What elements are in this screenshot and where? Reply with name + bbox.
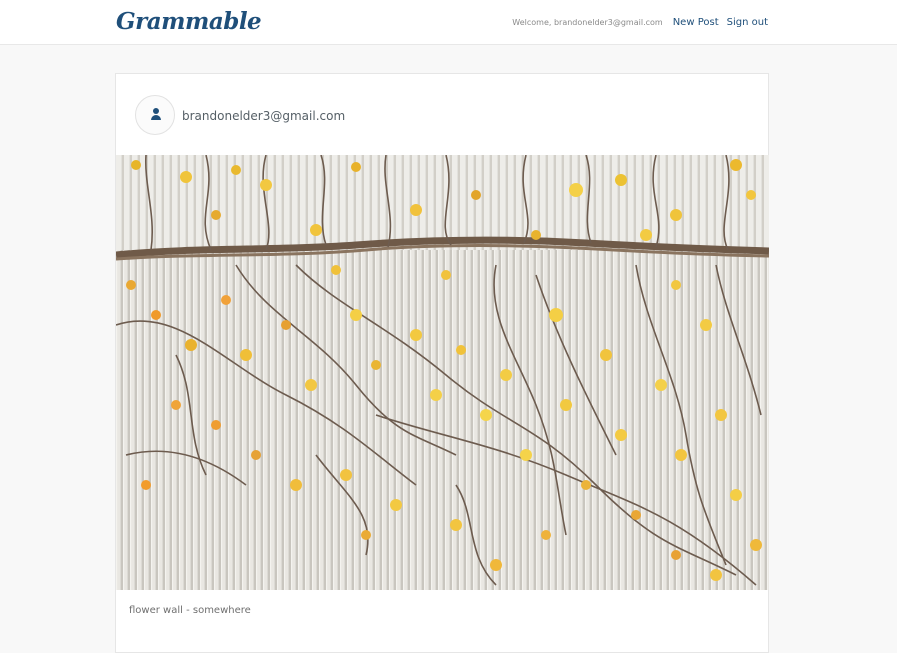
navbar: Grammable Welcome, brandonelder3@gmail.c…: [0, 0, 897, 45]
ivy-wall-photo: [116, 155, 769, 590]
user-icon-head: [153, 108, 159, 114]
post-card: brandonelder3@gmail.com flower wall - so…: [115, 73, 769, 653]
user-icon[interactable]: [135, 95, 175, 135]
sign-out-link[interactable]: Sign out: [727, 17, 768, 28]
user-icon-body: [151, 115, 161, 120]
post-photo[interactable]: [116, 155, 769, 590]
new-post-link[interactable]: New Post: [673, 17, 719, 28]
nav-actions: Welcome, brandonelder3@gmail.com New Pos…: [512, 0, 768, 45]
brand-logo[interactable]: Grammable: [116, 8, 262, 35]
post-username[interactable]: brandonelder3@gmail.com: [182, 109, 345, 123]
welcome-text: Welcome, brandonelder3@gmail.com: [512, 18, 663, 27]
post-caption: flower wall - somewhere: [129, 605, 251, 616]
post-header: brandonelder3@gmail.com: [116, 74, 768, 155]
